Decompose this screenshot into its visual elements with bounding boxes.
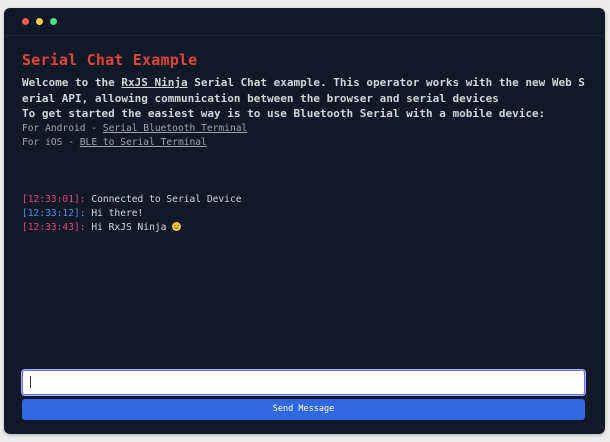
intro-prefix: Welcome to the xyxy=(22,76,122,89)
smiley-emoji-icon xyxy=(172,222,182,231)
close-window-dot[interactable] xyxy=(22,18,29,25)
mobile-links: For Android - Serial Bluetooth Terminal … xyxy=(22,122,587,150)
ios-line: For iOS - BLE to Serial Terminal xyxy=(22,136,587,150)
message-item: [12:33:12]: Hi there! xyxy=(22,207,587,221)
android-prefix: For Android - xyxy=(22,122,103,134)
intro-text: Welcome to the RxJS Ninja Serial Chat ex… xyxy=(22,75,587,122)
app-window: Serial Chat Example Welcome to the RxJS … xyxy=(4,8,605,434)
message-item: [12:33:01]: Connected to Serial Device xyxy=(22,193,587,207)
window-titlebar xyxy=(4,8,605,36)
ios-app-link[interactable]: BLE to Serial Terminal xyxy=(80,137,207,148)
intro-section: Serial Chat Example Welcome to the RxJS … xyxy=(22,50,587,150)
minimize-window-dot[interactable] xyxy=(36,18,43,25)
message-text: Hi RxJS Ninja xyxy=(85,222,173,233)
message-item: [12:33:43]: Hi RxJS Ninja xyxy=(22,221,587,235)
message-input[interactable] xyxy=(22,370,585,395)
message-log: [12:33:01]: Connected to Serial Device [… xyxy=(22,193,587,235)
ios-prefix: For iOS - xyxy=(22,136,80,148)
android-line: For Android - Serial Bluetooth Terminal xyxy=(22,122,587,136)
maximize-window-dot[interactable] xyxy=(50,18,57,25)
android-app-link[interactable]: Serial Bluetooth Terminal xyxy=(103,123,247,134)
bluetooth-instructions: To get started the easiest way is to use… xyxy=(22,107,546,120)
message-timestamp: [12:33:12]: xyxy=(22,208,86,219)
page-title: Serial Chat Example xyxy=(22,51,198,69)
message-text: Connected to Serial Device xyxy=(85,194,242,205)
message-timestamp: [12:33:01]: xyxy=(22,194,86,205)
message-timestamp: [12:33:43]: xyxy=(22,222,86,233)
send-message-button[interactable]: Send Message xyxy=(22,399,585,420)
rxjs-ninja-link[interactable]: RxJS Ninja xyxy=(121,76,187,89)
message-text: Hi there! xyxy=(85,208,144,219)
text-caret xyxy=(30,376,31,388)
